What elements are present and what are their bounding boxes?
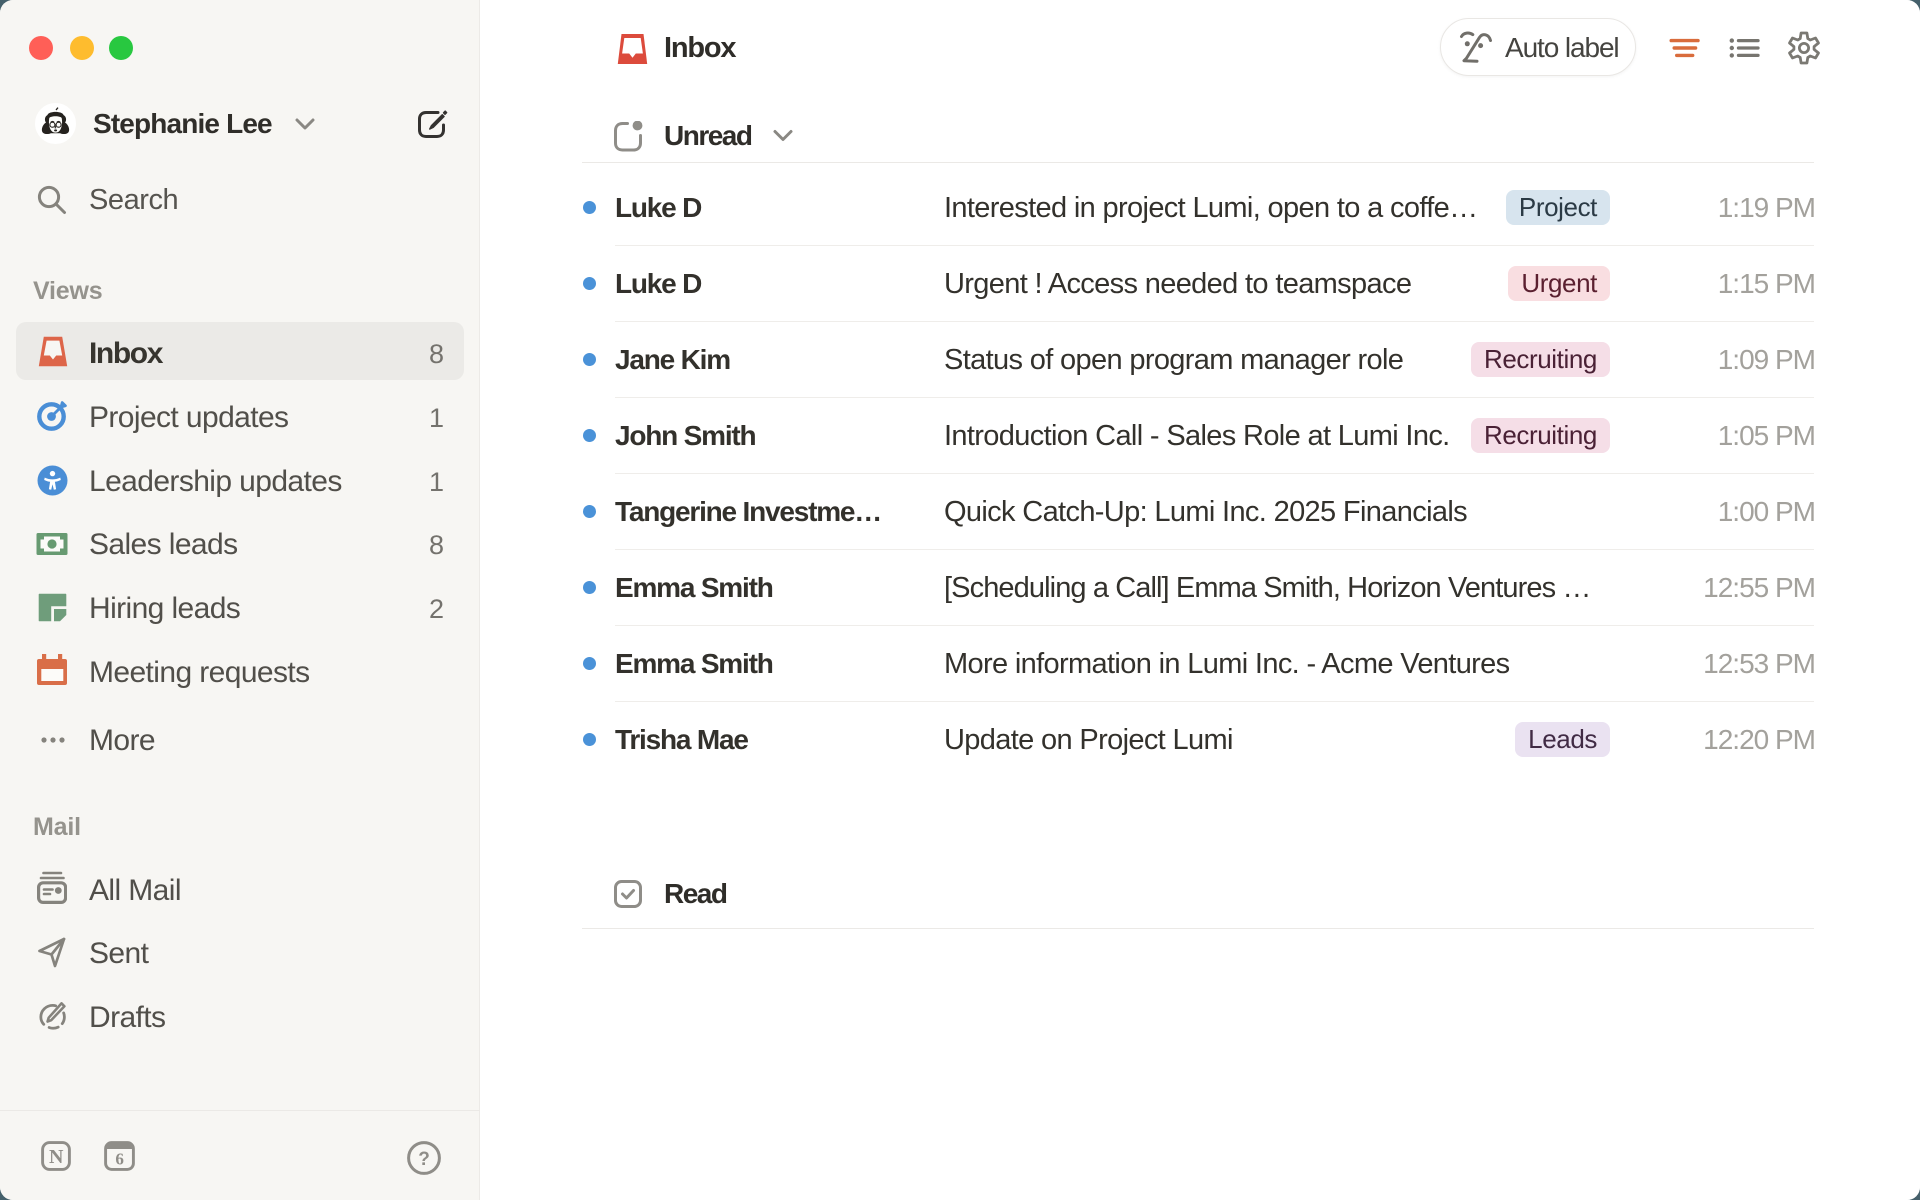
svg-text:N: N xyxy=(49,1146,64,1168)
svg-text:6: 6 xyxy=(115,1150,124,1169)
svg-text:?: ? xyxy=(418,1149,430,1170)
